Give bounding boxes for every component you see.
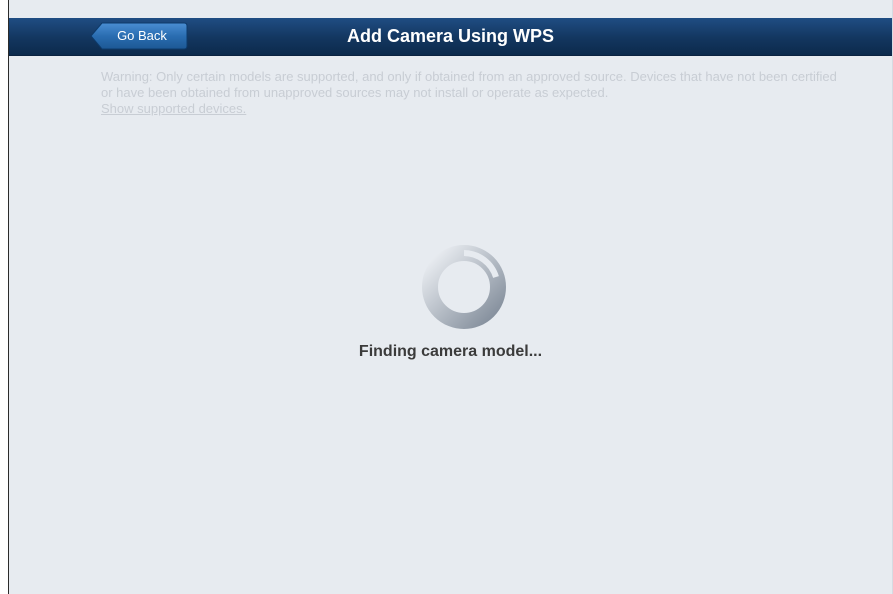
page-title: Add Camera Using WPS — [346, 26, 555, 46]
warning-text: Warning: Only certain models are support… — [101, 69, 837, 100]
status-message: Finding camera model... — [358, 343, 543, 360]
title-bar: Go Back Add Camera Using WPS — [9, 18, 892, 56]
show-supported-devices-link[interactable]: Show supported devices. — [101, 101, 246, 117]
loading-spinner-icon — [420, 243, 508, 331]
app-window: Go Back Add Camera Using WPS Warning: On… — [8, 0, 893, 594]
warning-notice: Warning: Only certain models are support… — [101, 69, 841, 117]
